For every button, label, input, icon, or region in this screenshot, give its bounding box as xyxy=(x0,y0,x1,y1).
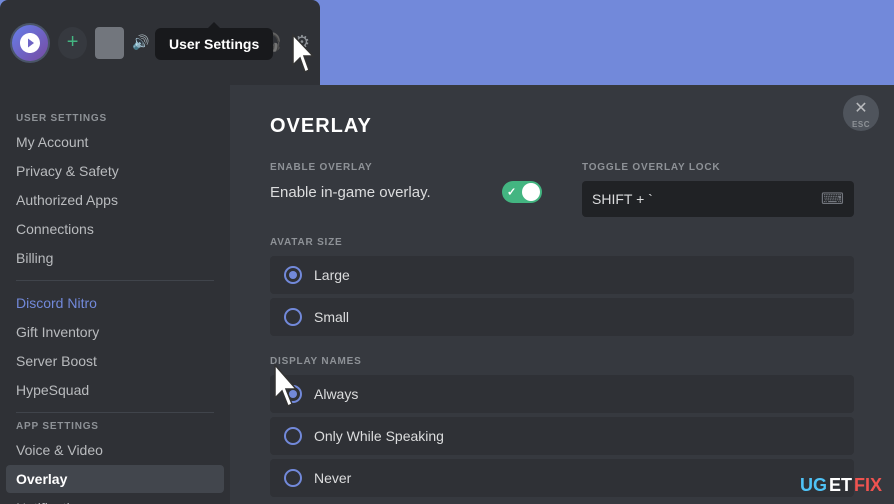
overlay-row: ENABLE OVERLAY Enable in-game overlay. ✓… xyxy=(270,162,854,217)
display-never-label: Never xyxy=(314,470,351,486)
avatar xyxy=(95,27,124,59)
cursor-settings xyxy=(278,30,328,95)
display-speaking-label: Only While Speaking xyxy=(314,428,444,444)
enable-overlay-col: ENABLE OVERLAY Enable in-game overlay. ✓ xyxy=(270,162,542,217)
speaker-icon: 🔊 xyxy=(132,34,149,51)
toggle-check: ✓ xyxy=(507,186,516,199)
watermark-ug: UG xyxy=(800,475,827,496)
display-names-section: DISPLAY NAMES Always Only While Speaking… xyxy=(270,356,854,497)
sidebar-divider-2 xyxy=(16,412,214,413)
sidebar-divider xyxy=(16,280,214,281)
sidebar-item-privacy-safety[interactable]: Privacy & Safety xyxy=(6,157,224,185)
server-logo-icon xyxy=(18,31,42,55)
cursor-overlay xyxy=(260,360,315,430)
shortcut-text: SHIFT + ` xyxy=(592,191,813,207)
watermark-fix: FIX xyxy=(854,475,882,496)
avatar-small-label: Small xyxy=(314,309,349,325)
avatar-option-small[interactable]: Small xyxy=(270,298,854,336)
display-names-label: DISPLAY NAMES xyxy=(270,356,854,367)
radio-never xyxy=(284,469,302,487)
shortcut-field[interactable]: SHIFT + ` ⌨ xyxy=(582,181,854,217)
avatar-option-large[interactable]: Large xyxy=(270,256,854,294)
radio-small xyxy=(284,308,302,326)
toggle-thumb xyxy=(522,183,540,201)
sidebar-item-notifications[interactable]: Notifications xyxy=(6,494,224,504)
overlay-toggle[interactable]: ✓ xyxy=(502,181,542,203)
enable-overlay-label: ENABLE OVERLAY xyxy=(270,162,542,173)
server-icon-inner xyxy=(12,25,48,61)
close-button[interactable]: ✕ ESC xyxy=(843,95,879,131)
toggle-lock-col: TOGGLE OVERLAY LOCK SHIFT + ` ⌨ xyxy=(582,162,854,217)
sidebar-item-my-account[interactable]: My Account xyxy=(6,128,224,156)
sidebar-item-gift-inventory[interactable]: Gift Inventory xyxy=(6,318,224,346)
sidebar-item-server-boost[interactable]: Server Boost xyxy=(6,347,224,375)
toggle-lock-label: TOGGLE OVERLAY LOCK xyxy=(582,162,854,173)
display-option-always[interactable]: Always xyxy=(270,375,854,413)
sidebar-item-connections[interactable]: Connections xyxy=(6,215,224,243)
avatar-size-label: AVATAR SIZE xyxy=(270,237,854,248)
watermark: UG ET FIX xyxy=(800,475,882,496)
sidebar-item-billing[interactable]: Billing xyxy=(6,244,224,272)
section-title: OVERLAY xyxy=(270,115,854,138)
add-server-button[interactable]: + xyxy=(58,27,87,59)
display-option-speaking[interactable]: Only While Speaking xyxy=(270,417,854,455)
keyboard-icon: ⌨ xyxy=(821,189,844,209)
display-always-label: Always xyxy=(314,386,358,402)
sidebar-item-overlay[interactable]: Overlay xyxy=(6,465,224,493)
main-content: OVERLAY ENABLE OVERLAY Enable in-game ov… xyxy=(230,85,894,504)
display-option-never[interactable]: Never xyxy=(270,459,854,497)
avatar-size-section: AVATAR SIZE Large Small xyxy=(270,237,854,336)
close-icon: ✕ xyxy=(854,98,867,118)
watermark-et: ET xyxy=(829,475,852,496)
avatar-large-label: Large xyxy=(314,267,350,283)
sidebar-item-discord-nitro[interactable]: Discord Nitro xyxy=(6,289,224,317)
enable-label: Enable in-game overlay. xyxy=(270,184,431,201)
settings-panel: USER SETTINGS My Account Privacy & Safet… xyxy=(0,85,894,504)
user-settings-label: USER SETTINGS xyxy=(6,113,224,124)
esc-label: ESC xyxy=(852,120,870,129)
sidebar-item-hypesquad[interactable]: HypeSquad xyxy=(6,376,224,404)
sidebar-item-voice-video[interactable]: Voice & Video xyxy=(6,436,224,464)
radio-large xyxy=(284,266,302,284)
sidebar-item-authorized-apps[interactable]: Authorized Apps xyxy=(6,186,224,214)
user-settings-tooltip: User Settings xyxy=(155,28,273,60)
sidebar: USER SETTINGS My Account Privacy & Safet… xyxy=(0,85,230,504)
server-icon xyxy=(10,23,50,63)
enable-row: Enable in-game overlay. ✓ xyxy=(270,181,542,203)
app-settings-label: APP SETTINGS xyxy=(6,421,224,432)
